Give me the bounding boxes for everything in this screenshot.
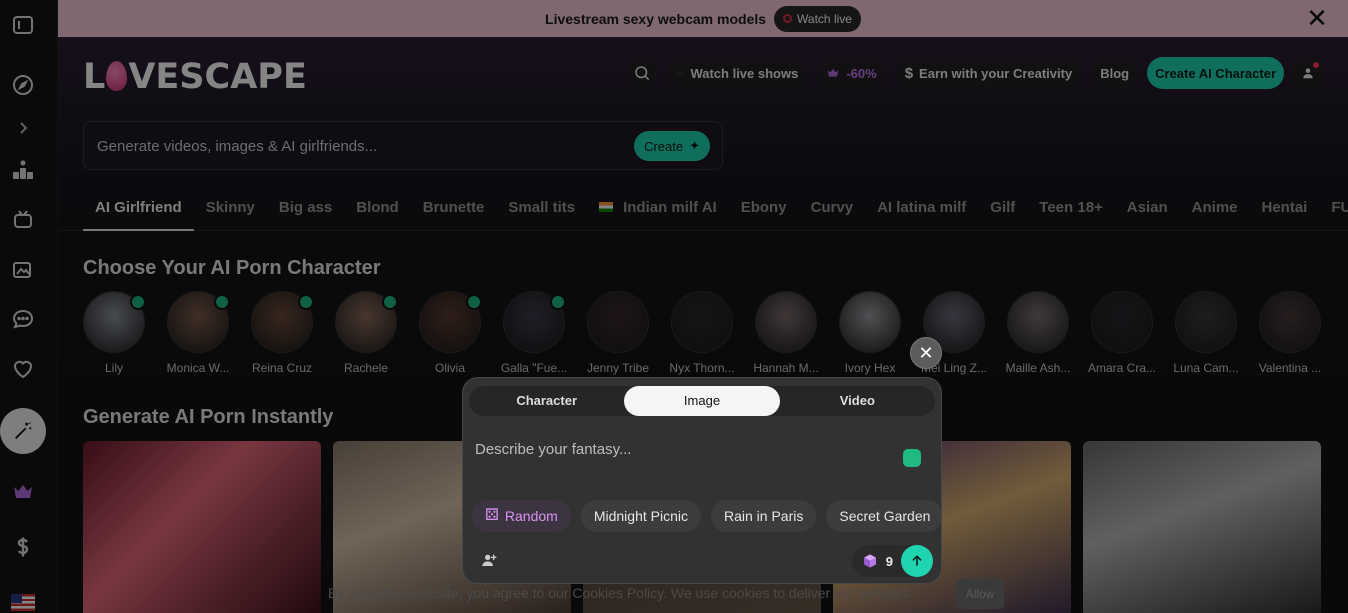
credits-count: 9 — [885, 553, 893, 569]
send-button[interactable] — [901, 545, 933, 577]
modal-close-button[interactable]: ✕ — [910, 337, 942, 369]
prompt-suggestion-chips: ⚄ Random Midnight Picnic Rain in Paris Secre… — [472, 500, 941, 532]
prompt-chip-label: Secret Garden — [839, 508, 931, 524]
credits-indicator: 9 — [851, 545, 933, 577]
generate-modal: Character Image Video Describe your fantas… — [462, 377, 942, 584]
modal-mode-tabs: Character Image Video — [469, 386, 935, 416]
dice-icon: ⚄ — [485, 507, 499, 524]
prompt-chip-label: Random — [504, 508, 558, 524]
random-prompt-chip[interactable]: ⚄ Random — [472, 500, 571, 532]
mode-tab-video[interactable]: Video — [780, 386, 935, 416]
prompt-chip[interactable]: Rain in Paris — [710, 500, 817, 532]
prompt-chip-label: Midnight Picnic — [593, 508, 688, 524]
prompt-chip[interactable]: Secret Garden — [826, 500, 941, 532]
gem-cube-icon — [863, 554, 876, 568]
add-character-icon[interactable] — [481, 552, 497, 568]
robot-assist-icon[interactable] — [903, 449, 921, 467]
cookie-notice: By using this website, you agree to our … — [328, 585, 914, 601]
arrow-up-icon — [912, 555, 922, 566]
fantasy-prompt-input[interactable]: Describe your fantasy... — [475, 441, 631, 458]
prompt-chip[interactable]: Midnight Picnic — [580, 500, 701, 532]
mode-tab-image[interactable]: Image — [624, 386, 780, 416]
cookie-allow-button[interactable]: Allow — [956, 579, 1004, 609]
mode-tab-character[interactable]: Character — [469, 386, 624, 416]
prompt-chip-label: Rain in Paris — [723, 508, 804, 524]
